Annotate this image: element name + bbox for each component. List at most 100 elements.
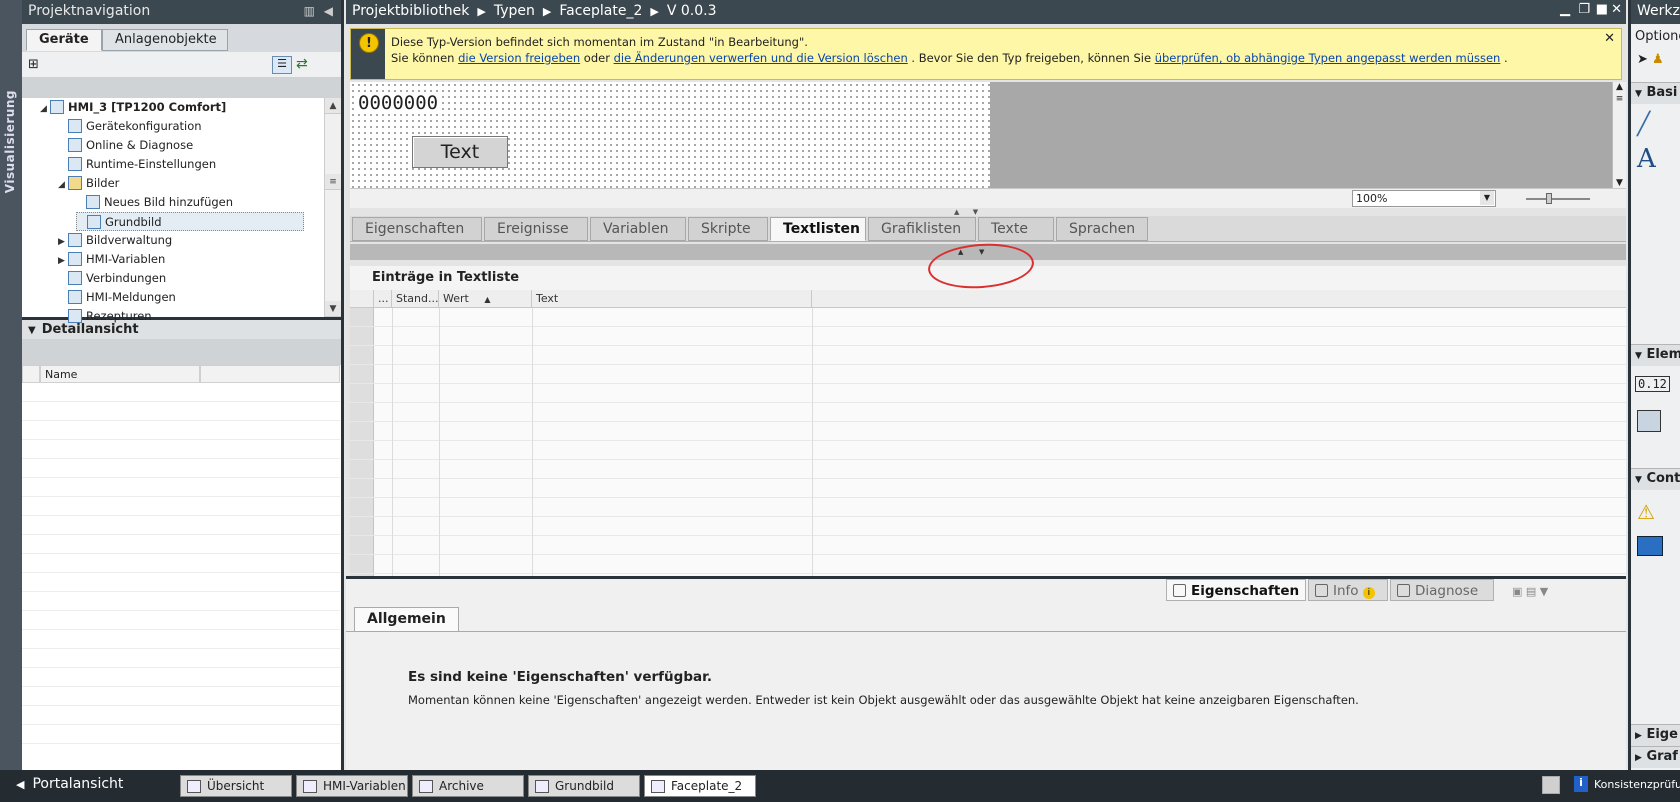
recipe-view-icon[interactable] (1637, 536, 1663, 556)
col-standard[interactable]: Stand... (392, 290, 439, 308)
crumb-2[interactable]: Faceplate_2 (559, 3, 642, 19)
crumb-0[interactable]: Projektbibliothek (352, 3, 469, 19)
scroll-up-icon[interactable]: ▲ (1613, 82, 1626, 92)
collapse-left-icon[interactable]: ◀ (324, 4, 333, 18)
table-row[interactable] (350, 517, 1626, 536)
table-row[interactable] (350, 384, 1626, 403)
zoom-slider[interactable] (1526, 198, 1590, 200)
table-row[interactable] (350, 460, 1626, 479)
table-row[interactable] (350, 327, 1626, 346)
line-tool-icon[interactable]: ╱ (1637, 112, 1650, 137)
table-row[interactable] (350, 308, 1626, 327)
table-row[interactable] (350, 536, 1626, 555)
tree-item[interactable]: ▶ HMI-Variablen (58, 250, 165, 269)
table-row[interactable] (350, 479, 1626, 498)
pointer-icon[interactable]: ➤ (1637, 52, 1648, 67)
link-check-dependent[interactable]: überprüfen, ob abhängige Typen angepasst… (1155, 51, 1501, 65)
ptab-grafiklisten[interactable]: Grafiklisten (868, 217, 976, 241)
tree-item[interactable]: ◢ Bilder (58, 174, 119, 193)
restore-icon[interactable]: ❐ (1578, 2, 1590, 17)
splitter-arrows-icon[interactable]: ▲ ▼ (954, 208, 1014, 216)
faceplate-canvas[interactable] (350, 82, 990, 188)
ptab-texte[interactable]: Texte (978, 217, 1054, 241)
tree-item[interactable]: HMI-Meldungen (58, 288, 176, 307)
sync-icon[interactable]: ⇄ (296, 56, 308, 72)
tree-item[interactable]: Grundbild (76, 212, 304, 231)
scroll-up-icon[interactable]: ▲ (325, 98, 341, 114)
scroll-thumb-icon[interactable]: ≡ (325, 174, 341, 190)
tab-geraete[interactable]: Geräte (26, 29, 102, 51)
section-controls[interactable]: ▼ Cont (1631, 468, 1680, 490)
network-icon[interactable]: ⊞ (28, 57, 39, 72)
task-grundbild[interactable]: Grundbild (528, 775, 640, 797)
detail-col-name[interactable]: Name (40, 365, 200, 383)
minimize-icon[interactable]: ▁ (1560, 2, 1570, 17)
table-row[interactable] (350, 498, 1626, 517)
expand-down-icon[interactable]: ◢ (58, 176, 68, 195)
tab-diagnose[interactable]: Diagnose (1390, 579, 1494, 601)
tree-item[interactable]: ◢ HMI_3 [TP1200 Comfort] (40, 98, 226, 117)
tree-scrollbar[interactable]: ▲ ≡ ▼ (324, 98, 341, 317)
maximize-icon[interactable]: ■ (1596, 2, 1608, 17)
tree-item[interactable]: Gerätekonfiguration (58, 117, 202, 136)
user-icon[interactable]: ♟ (1652, 52, 1664, 67)
ptab-skripte[interactable]: Skripte (688, 217, 768, 241)
tree-item[interactable]: Verbindungen (58, 269, 166, 288)
text-button[interactable]: Text (412, 136, 508, 168)
ptab-ereignisse[interactable]: Ereignisse (484, 217, 588, 241)
table-row[interactable] (350, 422, 1626, 441)
pin-icon[interactable]: ▥ (304, 4, 315, 18)
expand-down-icon[interactable]: ◢ (40, 100, 50, 119)
task-uebersicht[interactable]: Übersicht (180, 775, 292, 797)
section-basis[interactable]: ▼ Basi (1631, 82, 1680, 104)
tree-item[interactable]: Runtime-Einstellungen (58, 155, 216, 174)
zoom-slider-handle[interactable] (1546, 193, 1552, 204)
link-release-version[interactable]: die Version freigeben (458, 51, 580, 65)
io-field[interactable]: 0000000 (358, 92, 439, 114)
task-faceplate-2[interactable]: Faceplate_2 (644, 775, 756, 797)
table-row[interactable] (350, 365, 1626, 384)
canvas-scrollbar[interactable]: ▲ ≡ ▼ (1612, 82, 1626, 188)
table-row[interactable] (350, 403, 1626, 422)
tab-allgemein[interactable]: Allgemein (354, 607, 459, 631)
col-wert[interactable]: Wert ▲ (439, 290, 532, 308)
zoom-select[interactable]: 100% ▼ (1352, 190, 1496, 207)
tree-item[interactable]: Neues Bild hinzufügen (76, 193, 233, 212)
section-grafiken[interactable]: ▶ Graf (1631, 746, 1680, 768)
alarm-view-icon[interactable]: ⚠ (1637, 500, 1655, 524)
section-elemente[interactable]: ▼ Elem (1631, 344, 1680, 366)
warning-close-icon[interactable]: ✕ (1604, 31, 1615, 46)
monitor-icon[interactable] (1542, 776, 1560, 794)
table-row[interactable] (350, 441, 1626, 460)
visualisierung-strip[interactable]: Visualisierung (0, 0, 22, 770)
chevron-down-icon[interactable]: ▼ (1480, 191, 1494, 205)
col-text[interactable]: Text (532, 290, 812, 308)
ptab-variablen[interactable]: Variablen (590, 217, 686, 241)
task-archive[interactable]: Archive (412, 775, 524, 797)
section-eigene[interactable]: ▶ Eige (1631, 724, 1680, 746)
close-icon[interactable]: ✕ (1611, 2, 1622, 17)
col-dots[interactable]: ... (374, 290, 392, 308)
scroll-thumb-icon[interactable]: ≡ (1613, 94, 1626, 104)
button-tool-icon[interactable] (1637, 410, 1661, 432)
tree-item[interactable]: Rezepturen (58, 307, 152, 326)
scroll-down-icon[interactable]: ▼ (1613, 178, 1626, 188)
tab-info[interactable]: Info i (1308, 579, 1388, 601)
ptab-textlisten[interactable]: Textlisten (770, 217, 866, 241)
table-row[interactable] (350, 555, 1626, 574)
ptab-sprachen[interactable]: Sprachen (1056, 217, 1148, 241)
link-discard-changes[interactable]: die Änderungen verwerfen und die Version… (614, 51, 908, 65)
chevron-down-icon[interactable]: ▼ (28, 325, 36, 336)
table-row[interactable] (350, 346, 1626, 365)
crumb-1[interactable]: Typen (494, 3, 535, 19)
tree-item[interactable]: Online & Diagnose (58, 136, 193, 155)
ptab-eigenschaften[interactable]: Eigenschaften (352, 217, 482, 241)
scroll-down-icon[interactable]: ▼ (325, 301, 341, 317)
tab-eigenschaften[interactable]: Eigenschaften (1166, 579, 1306, 601)
text-tool-icon[interactable]: A (1637, 144, 1656, 174)
window-controls-icon[interactable]: ▣ ▤ ▼ (1512, 585, 1548, 598)
tab-anlagenobjekte[interactable]: Anlagenobjekte (102, 29, 228, 51)
tree-item[interactable]: ▶ Bildverwaltung (58, 231, 172, 250)
io-field-icon[interactable]: 0.12 (1635, 376, 1670, 392)
portal-view-button[interactable]: ◀ Portalansicht (16, 776, 123, 792)
